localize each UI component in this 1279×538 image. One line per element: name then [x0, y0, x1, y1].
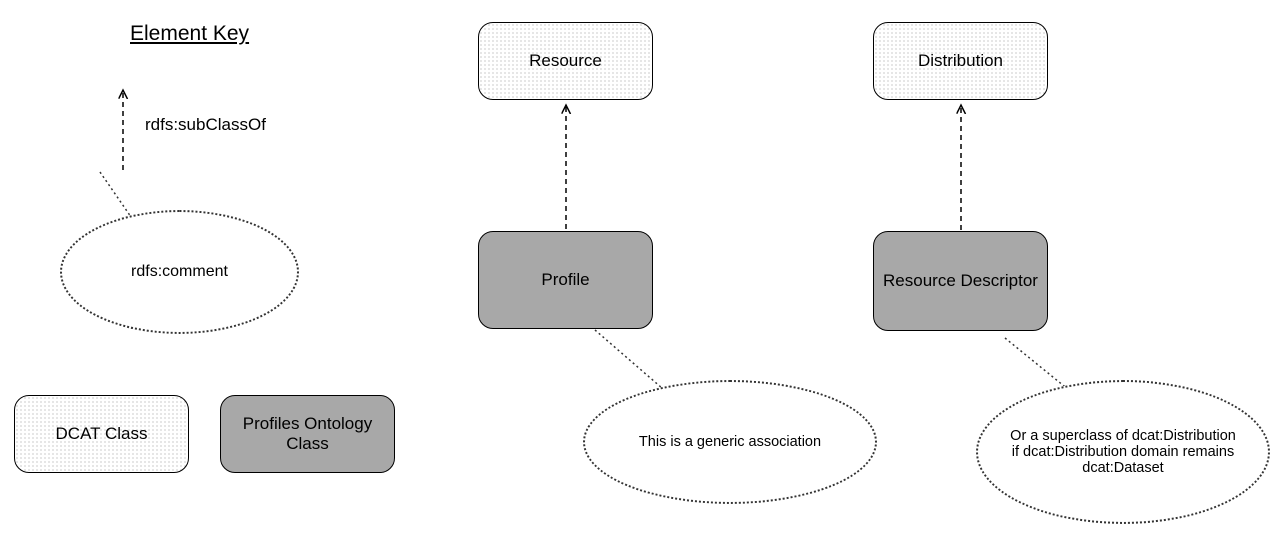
profiles-class-box: Profiles Ontology Class — [220, 395, 395, 473]
comment-ellipse-key: rdfs:comment — [60, 210, 299, 334]
subclass-label: rdfs:subClassOf — [145, 115, 266, 135]
comment-right-text: Or a superclass of dcat:Distribution if … — [978, 428, 1268, 476]
dcat-class-box: DCAT Class — [14, 395, 189, 473]
comment-left-text: This is a generic association — [624, 434, 836, 450]
comment-ellipse-right: Or a superclass of dcat:Distribution if … — [976, 380, 1270, 524]
profile-label: Profile — [541, 270, 589, 290]
distribution-label: Distribution — [918, 51, 1003, 71]
profile-box: Profile — [478, 231, 653, 329]
resource-descriptor-box: Resource Descriptor — [873, 231, 1048, 331]
resource-box: Resource — [478, 22, 653, 100]
comment-ellipse-left: This is a generic association — [583, 380, 877, 504]
profiles-class-label: Profiles Ontology Class — [226, 414, 389, 454]
comment-label-key: rdfs:comment — [131, 263, 228, 281]
resource-descriptor-label: Resource Descriptor — [883, 271, 1038, 291]
diagram-title: Element Key — [130, 22, 249, 46]
dcat-class-label: DCAT Class — [56, 424, 148, 444]
distribution-box: Distribution — [873, 22, 1048, 100]
resource-label: Resource — [529, 51, 602, 71]
